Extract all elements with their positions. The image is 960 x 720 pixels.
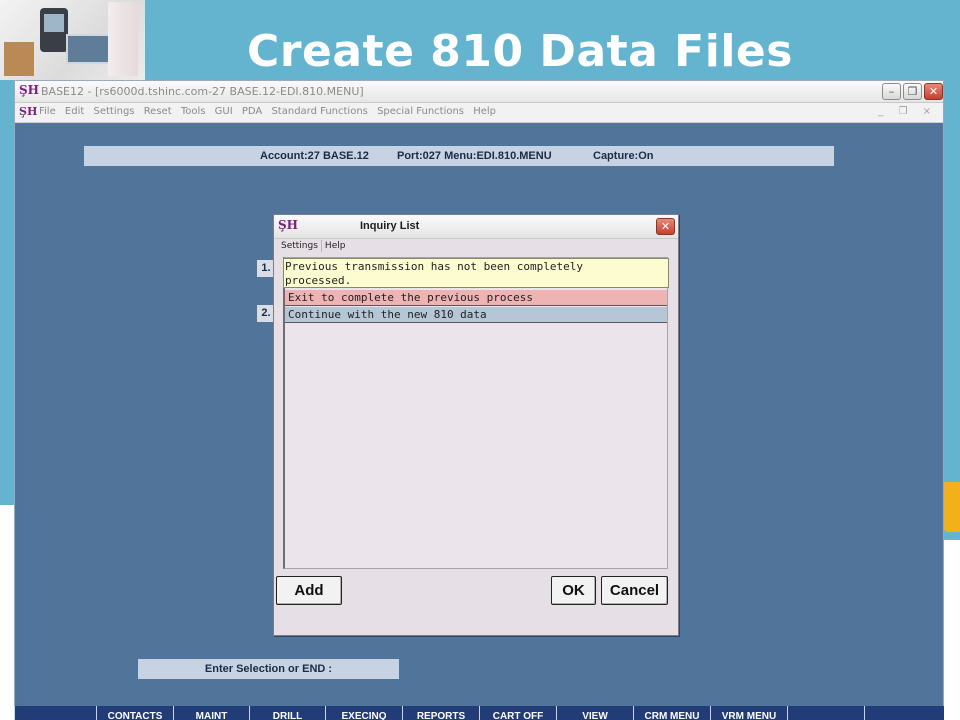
slide-logo-image (0, 0, 145, 80)
tsh-logo-icon: ŞH (278, 218, 299, 232)
logo-boxes-graphic (4, 42, 34, 76)
inquiry-list: Previous transmission has not been compl… (283, 257, 669, 569)
window-menubar: ŞH File Edit Settings Reset Tools GUI PD… (15, 103, 943, 123)
function-key-drill[interactable]: DRILL (249, 706, 325, 720)
logo-handheld-graphic (40, 8, 68, 52)
cancel-button[interactable]: Cancel (601, 576, 668, 605)
dialog-menu-help[interactable]: Help (322, 240, 349, 252)
function-key[interactable] (14, 706, 96, 720)
minimize-icon[interactable]: – (882, 83, 901, 100)
maximize-icon[interactable]: ❐ (903, 83, 922, 100)
function-key[interactable] (864, 706, 944, 720)
slide-white-panel-right (943, 540, 960, 720)
tsh-logo-icon: ŞH (19, 105, 38, 118)
function-key-reports[interactable]: REPORTS (402, 706, 479, 720)
function-key-contacts[interactable]: CONTACTS (96, 706, 173, 720)
menu-tools[interactable]: Tools (181, 106, 206, 117)
menu-pda[interactable]: PDA (242, 106, 262, 117)
menu-special-functions[interactable]: Special Functions (377, 106, 464, 117)
window-titlebar[interactable]: ŞH BASE12 - [rs6000d.tshinc.com-27 BASE.… (15, 81, 943, 103)
list-item-continue[interactable]: Continue with the new 810 data (285, 307, 667, 323)
tsh-logo-icon: ŞH (19, 83, 40, 97)
function-key-cart-off[interactable]: CART OFF (479, 706, 556, 720)
dialog-menubar: Settings Help (278, 240, 348, 252)
slide-gold-accent (943, 482, 960, 532)
menu-help[interactable]: Help (473, 106, 496, 117)
status-capture: Capture:On (593, 150, 654, 162)
function-key-crm-menu[interactable]: CRM MENU (633, 706, 710, 720)
add-button[interactable]: Add (276, 576, 342, 605)
menu-file[interactable]: File (39, 106, 56, 117)
status-account: Account:27 BASE.12 (260, 150, 369, 162)
logo-laptop-graphic (66, 34, 110, 64)
mdi-window-controls[interactable]: _ ❐ × (878, 106, 937, 117)
logo-caduceus-graphic (108, 2, 138, 76)
menu-reset[interactable]: Reset (144, 106, 172, 117)
function-key-maint[interactable]: MAINT (173, 706, 249, 720)
window-title: BASE12 - [rs6000d.tshinc.com-27 BASE.12-… (41, 85, 364, 98)
menu-gui[interactable]: GUI (215, 106, 233, 117)
close-icon[interactable]: ✕ (924, 83, 943, 100)
function-key-view[interactable]: VIEW (556, 706, 633, 720)
dialog-titlebar[interactable]: ŞH Inquiry List ✕ (274, 215, 678, 239)
selection-prompt[interactable]: Enter Selection or END : (138, 659, 399, 679)
function-key-strip: CONTACTS MAINT DRILL EXECINQ REPORTS CAR… (14, 706, 944, 720)
inquiry-list-dialog: ŞH Inquiry List ✕ Settings Help Previous … (273, 214, 679, 636)
status-bar: Account:27 BASE.12 Port:027 Menu:EDI.810… (84, 146, 834, 166)
menu-settings[interactable]: Settings (93, 106, 134, 117)
status-port-menu: Port:027 Menu:EDI.810.MENU (397, 150, 552, 162)
inquiry-message-line: processed. (285, 274, 352, 287)
inquiry-message-line: Previous transmission has not been compl… (285, 260, 584, 273)
function-key-execinq[interactable]: EXECINQ (325, 706, 402, 720)
function-key-vrm-menu[interactable]: VRM MENU (710, 706, 787, 720)
menu-edit[interactable]: Edit (65, 106, 84, 117)
slide-title: Create 810 Data Files (247, 26, 793, 77)
dialog-menu-settings[interactable]: Settings (278, 240, 322, 252)
function-key[interactable] (787, 706, 864, 720)
ok-button[interactable]: OK (551, 576, 596, 605)
dialog-title: Inquiry List (360, 220, 420, 232)
close-icon[interactable]: ✕ (656, 218, 675, 235)
inquiry-message: Previous transmission has not been compl… (283, 258, 669, 288)
menu-standard-functions[interactable]: Standard Functions (271, 106, 367, 117)
list-item-exit[interactable]: Exit to complete the previous process (285, 290, 667, 306)
